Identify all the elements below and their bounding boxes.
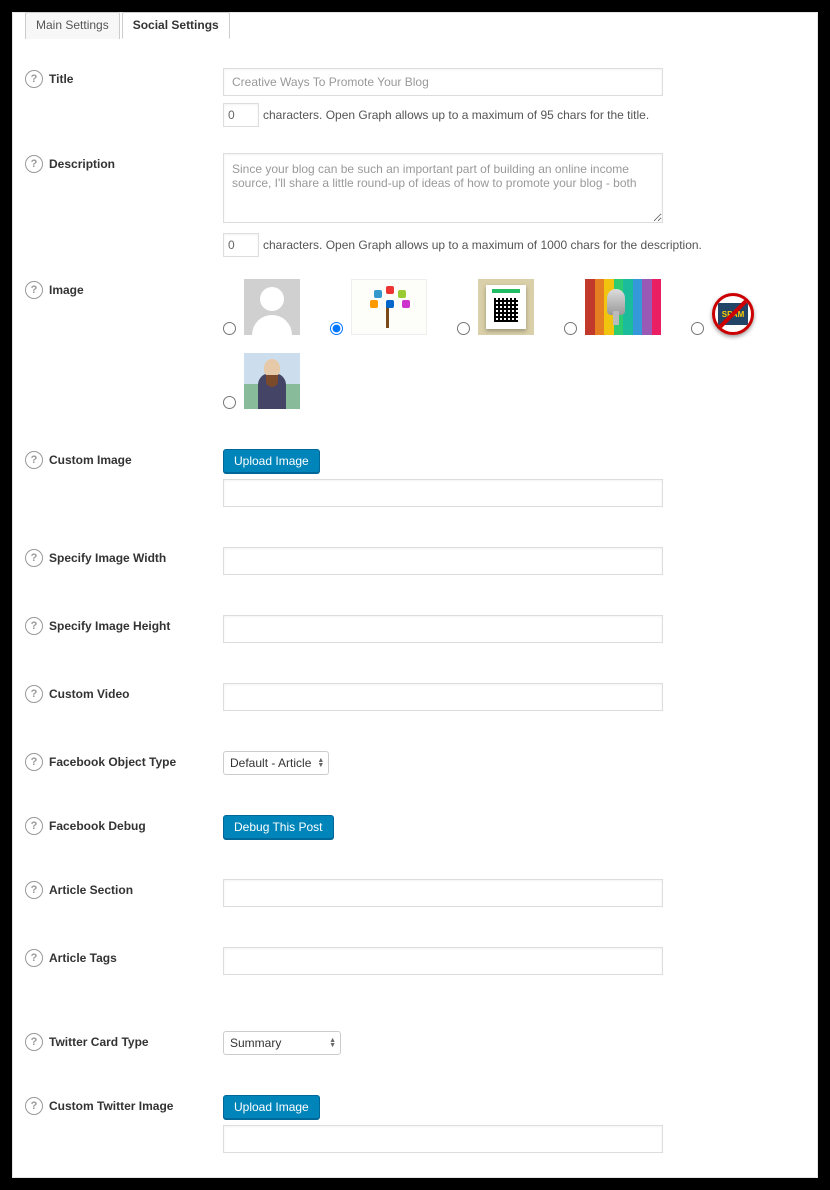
row-article-section: ? Article Section bbox=[25, 879, 805, 907]
label-image: Image bbox=[49, 283, 84, 297]
label-article-tags: Article Tags bbox=[49, 951, 117, 965]
tab-social-settings[interactable]: Social Settings bbox=[122, 12, 230, 39]
help-icon[interactable]: ? bbox=[25, 617, 43, 635]
description-input[interactable] bbox=[223, 153, 663, 223]
label-fb-debug: Facebook Debug bbox=[49, 819, 146, 833]
image-option-5: SPAM bbox=[691, 279, 754, 335]
image-height-input[interactable] bbox=[223, 615, 663, 643]
select-caret-icon: ▲▼ bbox=[317, 758, 324, 768]
image-thumb-mic[interactable] bbox=[585, 279, 661, 335]
image-thumb-tree[interactable] bbox=[351, 279, 427, 335]
description-hint: characters. Open Graph allows up to a ma… bbox=[263, 238, 702, 252]
row-image-width: ? Specify Image Width bbox=[25, 547, 805, 575]
row-article-tags: ? Article Tags bbox=[25, 947, 805, 975]
image-options: SPAM bbox=[223, 279, 805, 409]
row-custom-image: ? Custom Image Upload Image bbox=[25, 449, 805, 507]
article-tags-input[interactable] bbox=[223, 947, 663, 975]
twitter-card-value: Summary bbox=[230, 1036, 281, 1050]
tab-main-settings[interactable]: Main Settings bbox=[25, 12, 120, 39]
fb-object-type-value: Default - Article bbox=[230, 756, 311, 770]
label-article-section: Article Section bbox=[49, 883, 133, 897]
help-icon[interactable]: ? bbox=[25, 1033, 43, 1051]
image-radio-1[interactable] bbox=[223, 322, 236, 335]
title-hint: characters. Open Graph allows up to a ma… bbox=[263, 108, 649, 122]
row-custom-video: ? Custom Video bbox=[25, 683, 805, 711]
custom-twitter-image-input[interactable] bbox=[223, 1125, 663, 1153]
image-width-input[interactable] bbox=[223, 547, 663, 575]
help-icon[interactable]: ? bbox=[25, 281, 43, 299]
row-fb-debug: ? Facebook Debug Debug This Post bbox=[25, 815, 805, 839]
twitter-card-select[interactable]: Summary ▲▼ bbox=[223, 1031, 341, 1055]
help-icon[interactable]: ? bbox=[25, 881, 43, 899]
description-count-input[interactable] bbox=[223, 233, 259, 257]
label-image-width: Specify Image Width bbox=[49, 551, 166, 565]
help-icon[interactable]: ? bbox=[25, 949, 43, 967]
title-counter: characters. Open Graph allows up to a ma… bbox=[223, 103, 805, 127]
image-option-1 bbox=[223, 279, 300, 335]
row-image: ? Image bbox=[25, 279, 805, 409]
fb-object-type-select[interactable]: Default - Article ▲▼ bbox=[223, 751, 329, 775]
title-input[interactable] bbox=[223, 68, 663, 96]
description-counter: characters. Open Graph allows up to a ma… bbox=[223, 233, 805, 257]
help-icon[interactable]: ? bbox=[25, 685, 43, 703]
row-twitter-card: ? Twitter Card Type Summary ▲▼ bbox=[25, 1031, 805, 1055]
image-thumb-qr[interactable] bbox=[478, 279, 534, 335]
image-option-3 bbox=[457, 279, 534, 335]
image-thumb-person[interactable] bbox=[244, 353, 300, 409]
upload-twitter-image-button[interactable]: Upload Image bbox=[223, 1095, 320, 1119]
label-twitter-card: Twitter Card Type bbox=[49, 1035, 149, 1049]
tabs: Main Settings Social Settings bbox=[25, 12, 805, 39]
article-section-input[interactable] bbox=[223, 879, 663, 907]
spam-label: SPAM bbox=[718, 303, 748, 325]
label-custom-twitter-image: Custom Twitter Image bbox=[49, 1099, 173, 1113]
custom-video-input[interactable] bbox=[223, 683, 663, 711]
image-option-2 bbox=[330, 279, 427, 335]
upload-image-button[interactable]: Upload Image bbox=[223, 449, 320, 473]
help-icon[interactable]: ? bbox=[25, 817, 43, 835]
label-title: Title bbox=[49, 72, 73, 86]
image-thumb-avatar[interactable] bbox=[244, 279, 300, 335]
image-radio-3[interactable] bbox=[457, 322, 470, 335]
title-count-input[interactable] bbox=[223, 103, 259, 127]
help-icon[interactable]: ? bbox=[25, 549, 43, 567]
image-radio-2[interactable] bbox=[330, 322, 343, 335]
label-fb-object-type: Facebook Object Type bbox=[49, 755, 176, 769]
label-image-height: Specify Image Height bbox=[49, 619, 170, 633]
help-icon[interactable]: ? bbox=[25, 451, 43, 469]
custom-image-input[interactable] bbox=[223, 479, 663, 507]
select-caret-icon: ▲▼ bbox=[329, 1038, 336, 1048]
row-title: ? Title characters. Open Graph allows up… bbox=[25, 68, 805, 127]
help-icon[interactable]: ? bbox=[25, 155, 43, 173]
row-image-height: ? Specify Image Height bbox=[25, 615, 805, 643]
row-fb-object-type: ? Facebook Object Type Default - Article… bbox=[25, 751, 805, 775]
image-radio-4[interactable] bbox=[564, 322, 577, 335]
label-custom-image: Custom Image bbox=[49, 453, 132, 467]
image-radio-5[interactable] bbox=[691, 322, 704, 335]
settings-panel: Main Settings Social Settings ? Title ch… bbox=[12, 12, 818, 1178]
image-thumb-spam[interactable]: SPAM bbox=[712, 293, 754, 335]
image-option-6 bbox=[223, 353, 805, 409]
help-icon[interactable]: ? bbox=[25, 70, 43, 88]
row-custom-twitter-image: ? Custom Twitter Image Upload Image bbox=[25, 1095, 805, 1153]
row-description: ? Description characters. Open Graph all… bbox=[25, 153, 805, 257]
label-custom-video: Custom Video bbox=[49, 687, 129, 701]
image-radio-6[interactable] bbox=[223, 396, 236, 409]
debug-post-button[interactable]: Debug This Post bbox=[223, 815, 334, 839]
help-icon[interactable]: ? bbox=[25, 753, 43, 771]
image-option-4 bbox=[564, 279, 661, 335]
help-icon[interactable]: ? bbox=[25, 1097, 43, 1115]
label-description: Description bbox=[49, 157, 115, 171]
